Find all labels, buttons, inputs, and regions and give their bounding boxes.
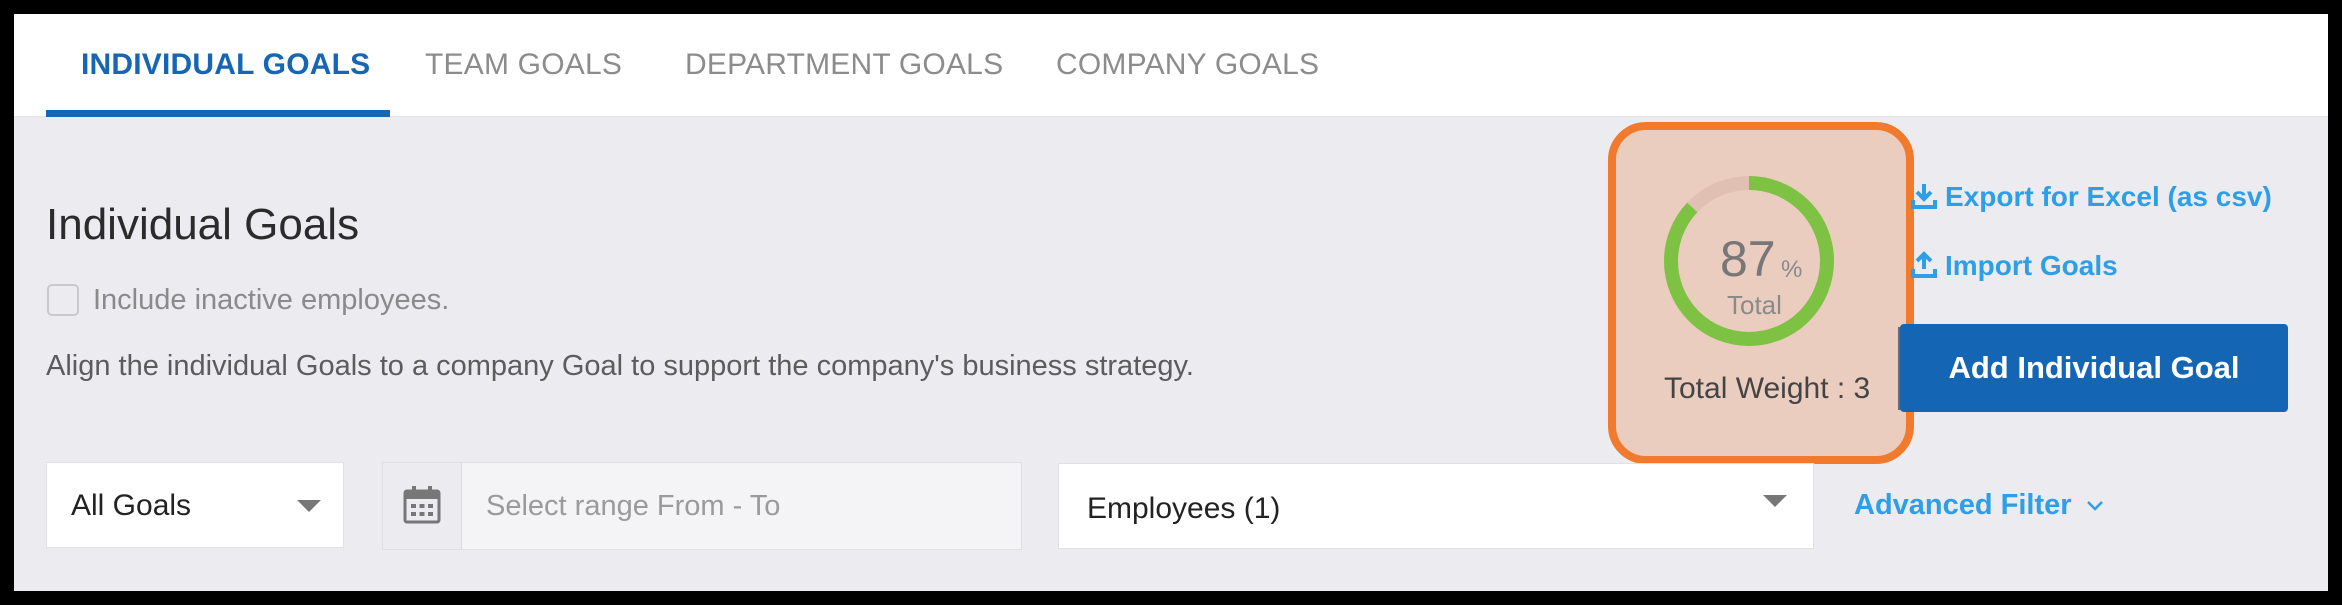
page-title: Individual Goals	[46, 200, 360, 249]
caret-down-icon	[297, 500, 321, 512]
page-description: Align the individual Goals to a company …	[46, 350, 1194, 382]
progress-unit: %	[1781, 256, 1803, 283]
chevron-down-icon	[2086, 501, 2103, 512]
caret-down-icon	[1763, 495, 1787, 507]
import-goals-link[interactable]: Import Goals	[1945, 250, 2118, 282]
advanced-filter-link[interactable]: Advanced Filter	[1854, 489, 2104, 522]
include-inactive-checkbox[interactable]	[47, 284, 79, 316]
date-range-input[interactable]	[462, 463, 1021, 549]
include-inactive-label[interactable]: Include inactive employees.	[93, 284, 449, 317]
progress-value: 87	[1720, 231, 1776, 287]
calendar-button[interactable]	[383, 463, 462, 549]
employees-filter-value: Employees (1)	[1087, 492, 1281, 525]
goals-filter-value: All Goals	[71, 489, 192, 522]
tab-team-goals[interactable]: TEAM GOALS	[425, 14, 622, 116]
progress-sublabel: Total	[1727, 290, 1782, 320]
date-range-picker[interactable]	[382, 462, 1022, 550]
goals-filter-select[interactable]: All Goals	[46, 462, 344, 548]
total-weight: Total Weight : 3	[1664, 372, 1871, 405]
tab-bar: INDIVIDUAL GOALS TEAM GOALS DEPARTMENT G…	[14, 14, 2328, 117]
advanced-filter-label: Advanced Filter	[1854, 489, 2072, 521]
tab-individual-goals[interactable]: INDIVIDUAL GOALS	[81, 14, 370, 116]
calendar-icon	[403, 486, 441, 524]
upload-icon[interactable]	[1910, 251, 1938, 279]
active-tab-indicator	[46, 110, 390, 117]
export-csv-link[interactable]: Export for Excel (as csv)	[1945, 181, 2272, 213]
tab-department-goals[interactable]: DEPARTMENT GOALS	[685, 14, 1003, 116]
add-individual-goal-button[interactable]: Add Individual Goal	[1900, 324, 2288, 412]
employees-filter-select[interactable]: Employees (1)	[1058, 463, 1814, 549]
tab-company-goals[interactable]: COMPANY GOALS	[1056, 14, 1319, 116]
download-icon[interactable]	[1910, 182, 1938, 210]
goals-page: INDIVIDUAL GOALS TEAM GOALS DEPARTMENT G…	[14, 14, 2328, 591]
